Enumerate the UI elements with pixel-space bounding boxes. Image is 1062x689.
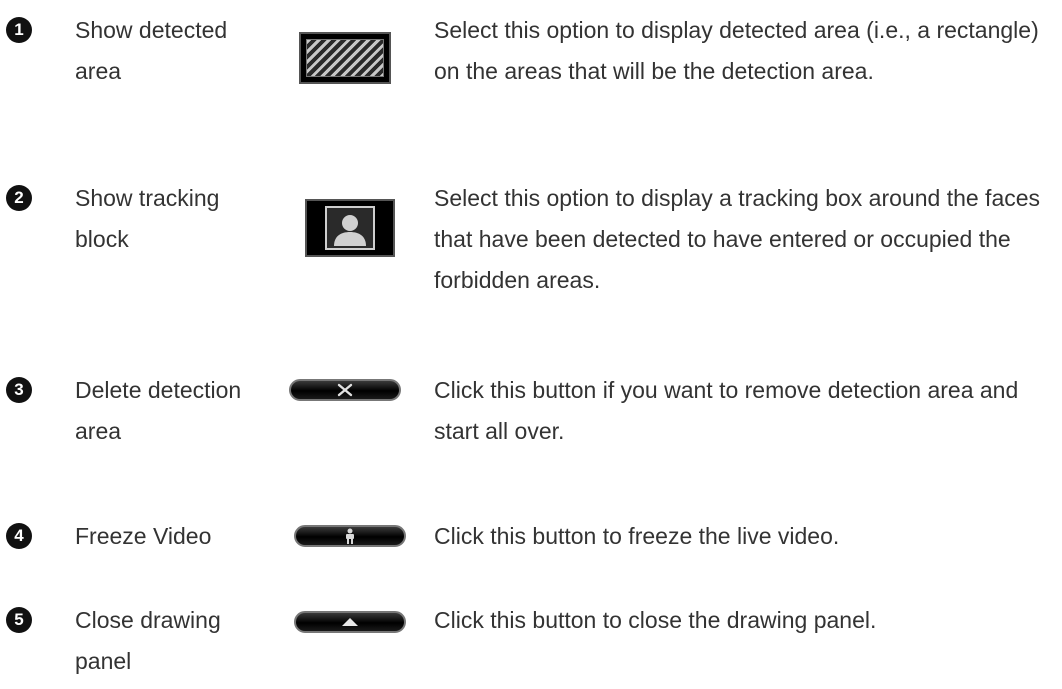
item-description: Click this button to freeze the live vid…: [434, 523, 840, 549]
item-label: Show tracking block: [75, 185, 220, 252]
item-label: Close drawing panel: [75, 607, 221, 674]
item-label: Delete detection area: [75, 377, 242, 444]
number-badge-3: 3: [6, 377, 32, 403]
close-icon: [337, 383, 353, 397]
number-badge-1: 1: [6, 17, 32, 43]
tracking-block-icon[interactable]: [305, 199, 395, 257]
hatched-area-icon[interactable]: [299, 32, 391, 84]
item-description: Select this option to display detected a…: [434, 17, 1039, 84]
number-badge-2: 2: [6, 185, 32, 211]
number-badge-4: 4: [6, 523, 32, 549]
delete-x-button-icon[interactable]: [289, 379, 401, 401]
close-triangle-button-icon[interactable]: [294, 611, 406, 633]
person-silhouette-icon: [334, 215, 366, 246]
item-description: Click this button to close the drawing p…: [434, 607, 877, 633]
person-icon: [346, 528, 354, 544]
freeze-person-button-icon[interactable]: [294, 525, 406, 547]
item-description: Select this option to display a tracking…: [434, 185, 1041, 293]
number-badge-5: 5: [6, 607, 32, 633]
item-description: Click this button if you want to remove …: [434, 377, 1019, 444]
chevron-up-icon: [342, 618, 358, 626]
item-label: Show detected area: [75, 17, 228, 84]
item-label: Freeze Video: [75, 523, 212, 549]
